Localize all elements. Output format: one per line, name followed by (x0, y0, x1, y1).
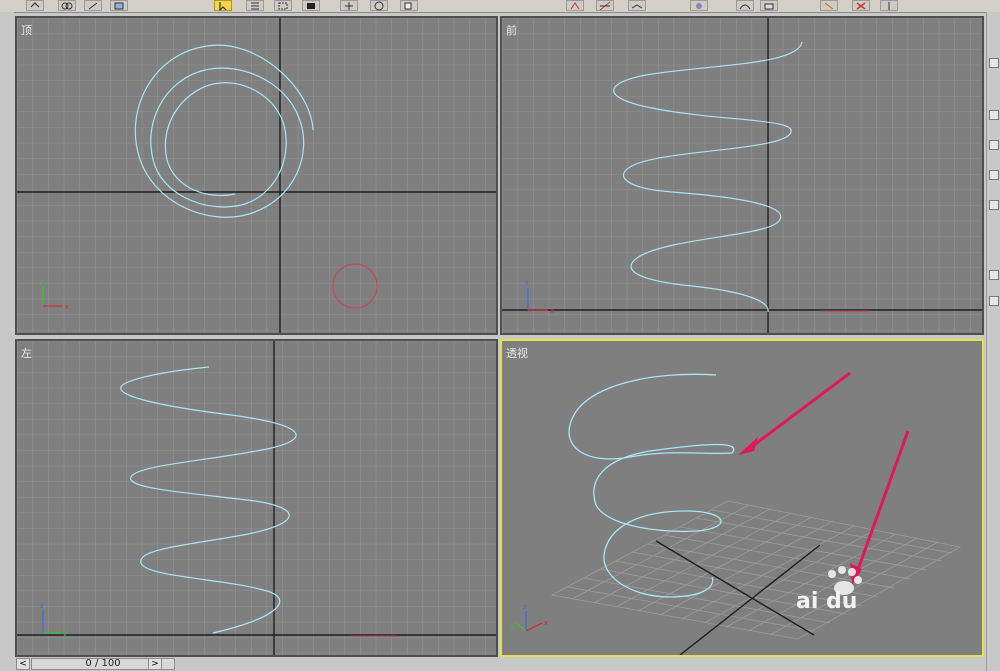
curve-editor-icon[interactable] (736, 0, 754, 11)
viewport-perspective[interactable]: z x y 透视 (500, 339, 984, 657)
svg-text:y: y (39, 278, 43, 286)
watermark-icon: ai du (792, 566, 882, 618)
svg-text:z: z (525, 279, 529, 287)
panel-tab-icon[interactable] (989, 270, 999, 280)
viewport-label-top[interactable]: 顶 (21, 22, 32, 38)
panel-tab-icon[interactable] (989, 200, 999, 210)
command-panel-edge (986, 12, 1000, 671)
panel-tab-icon[interactable] (989, 296, 999, 306)
align-icon[interactable] (596, 0, 614, 11)
viewport-left[interactable]: z y 左 (15, 339, 498, 657)
undo-icon[interactable] (26, 0, 44, 11)
time-slider-bar: < 0 / 100 > (14, 657, 986, 671)
region-select-icon[interactable] (274, 0, 292, 11)
viewport-label-left[interactable]: 左 (21, 345, 32, 361)
viewport-top-canvas: y x (17, 18, 496, 333)
render-setup-icon[interactable] (820, 0, 838, 11)
material-icon[interactable] (690, 0, 708, 11)
panel-tab-icon[interactable] (989, 170, 999, 180)
viewport-perspective-canvas: z x y (502, 341, 982, 655)
layer-icon[interactable] (628, 0, 646, 11)
select-arrow-icon[interactable] (214, 0, 232, 11)
move-icon[interactable] (340, 0, 358, 11)
panel-scroll-icon[interactable] (989, 58, 999, 68)
bind-icon[interactable] (110, 0, 128, 11)
window-crossing-icon[interactable] (302, 0, 320, 11)
mirror-icon[interactable] (566, 0, 584, 11)
svg-text:x: x (550, 307, 554, 315)
svg-text:z: z (40, 602, 44, 610)
render-frame-icon[interactable] (880, 0, 898, 11)
rotate-icon[interactable] (370, 0, 388, 11)
main-toolbar (0, 0, 1000, 13)
viewport-top[interactable]: y x 顶 (15, 16, 498, 335)
svg-text:y: y (63, 630, 67, 638)
svg-text:z: z (523, 603, 527, 611)
schematic-icon[interactable] (760, 0, 778, 11)
scale-icon[interactable] (400, 0, 418, 11)
render-icon[interactable] (852, 0, 870, 11)
time-prev-button[interactable]: < (16, 658, 30, 670)
svg-text:ai du: ai du (796, 589, 857, 614)
panel-tab-icon[interactable] (989, 110, 999, 120)
panel-tab-icon[interactable] (989, 140, 999, 150)
select-by-name-icon[interactable] (246, 0, 264, 11)
unlink-icon[interactable] (84, 0, 102, 11)
svg-text:y: y (510, 623, 514, 631)
viewport-front-canvas: z x (502, 18, 982, 333)
svg-text:x: x (65, 303, 69, 311)
viewport-label-front[interactable]: 前 (506, 22, 517, 38)
time-next-button[interactable]: > (148, 658, 162, 670)
link-icon[interactable] (58, 0, 76, 11)
viewport-front[interactable]: z x 前 (500, 16, 984, 335)
viewport-label-perspective[interactable]: 透视 (506, 345, 528, 361)
left-strip (0, 12, 14, 657)
viewport-left-canvas: z y (17, 341, 496, 655)
svg-text:x: x (544, 619, 548, 627)
